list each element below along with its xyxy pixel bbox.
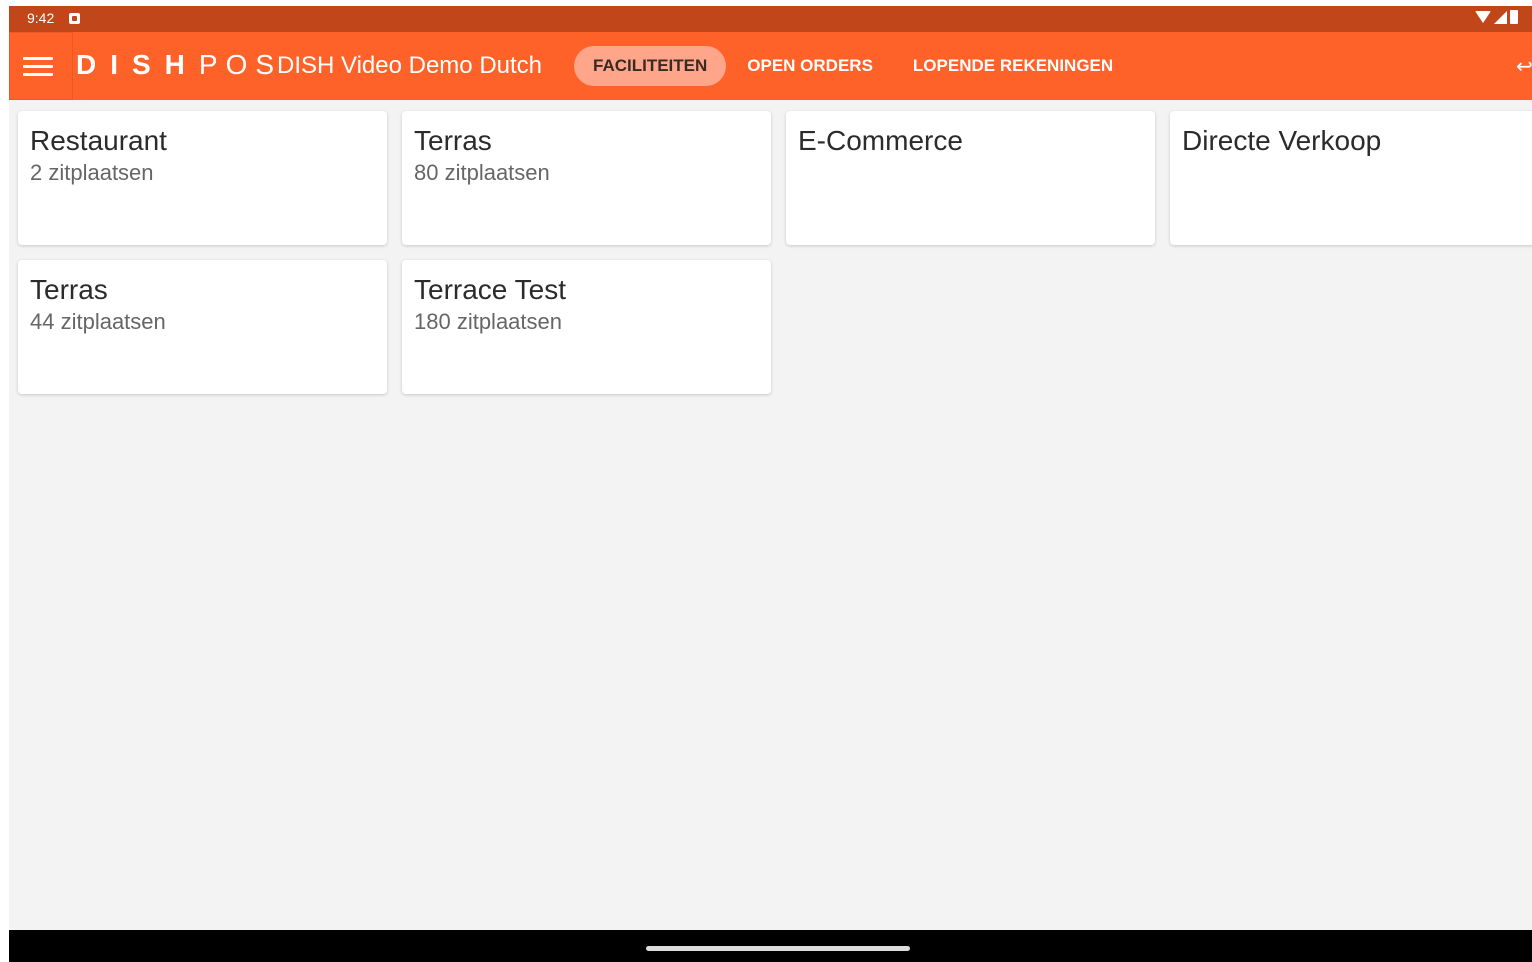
back-icon: ↩: [1516, 56, 1532, 78]
facility-title: Terras: [30, 274, 108, 305]
facility-title: Restaurant: [30, 125, 167, 156]
back-button[interactable]: ↩: [1512, 54, 1532, 78]
app-screen: 9:42 DISH POS DISH Video Demo Dutch FACI…: [9, 6, 1532, 962]
brand-logo: DISH POS: [76, 49, 282, 81]
system-nav-bar: [9, 930, 1532, 962]
status-time: 9:42: [27, 10, 55, 26]
facility-seats: 180 zitplaatsen: [414, 309, 562, 334]
facility-card-restaurant[interactable]: Restaurant 2 zitplaatsen: [18, 111, 387, 245]
facility-card-terras[interactable]: Terras 80 zitplaatsen: [402, 111, 771, 245]
facility-title: E-Commerce: [798, 125, 963, 156]
battery-icon: [1510, 10, 1518, 24]
brand-logo-light: POS: [198, 49, 283, 80]
facility-card-directe-verkoop[interactable]: Directe Verkoop: [1170, 111, 1532, 245]
notification-icon: [69, 13, 80, 24]
facility-card-terrace-test[interactable]: Terrace Test 180 zitplaatsen: [402, 260, 771, 394]
facility-seats: 80 zitplaatsen: [414, 160, 550, 185]
brand-logo-bold: DISH: [76, 49, 199, 80]
facility-title: Terrace Test: [414, 274, 566, 305]
facility-card-e-commerce[interactable]: E-Commerce: [786, 111, 1155, 245]
facility-title: Directe Verkoop: [1182, 125, 1382, 156]
tab-bar: FACILITEITEN OPEN ORDERS LOPENDE REKENIN…: [574, 46, 1134, 86]
facility-seats: 2 zitplaatsen: [30, 160, 154, 185]
tab-faciliteiten[interactable]: FACILITEITEN: [574, 46, 727, 86]
tab-open-orders[interactable]: OPEN ORDERS: [728, 46, 892, 86]
tab-lopende-rekeningen[interactable]: LOPENDE REKENINGEN: [894, 46, 1132, 86]
status-bar: 9:42: [9, 6, 1532, 32]
app-bar: DISH POS DISH Video Demo Dutch FACILITEI…: [9, 32, 1532, 100]
facility-title: Terras: [414, 125, 492, 156]
facility-card-terras-2[interactable]: Terras 44 zitplaatsen: [18, 260, 387, 394]
venue-name: DISH Video Demo Dutch: [277, 52, 543, 79]
home-gesture-handle[interactable]: [646, 946, 910, 951]
wifi-icon: [1475, 11, 1491, 23]
status-icons: [1475, 10, 1518, 24]
facility-seats: 44 zitplaatsen: [30, 309, 166, 334]
menu-button[interactable]: [9, 32, 73, 100]
menu-icon: [23, 57, 53, 77]
signal-icon: [1494, 10, 1507, 24]
